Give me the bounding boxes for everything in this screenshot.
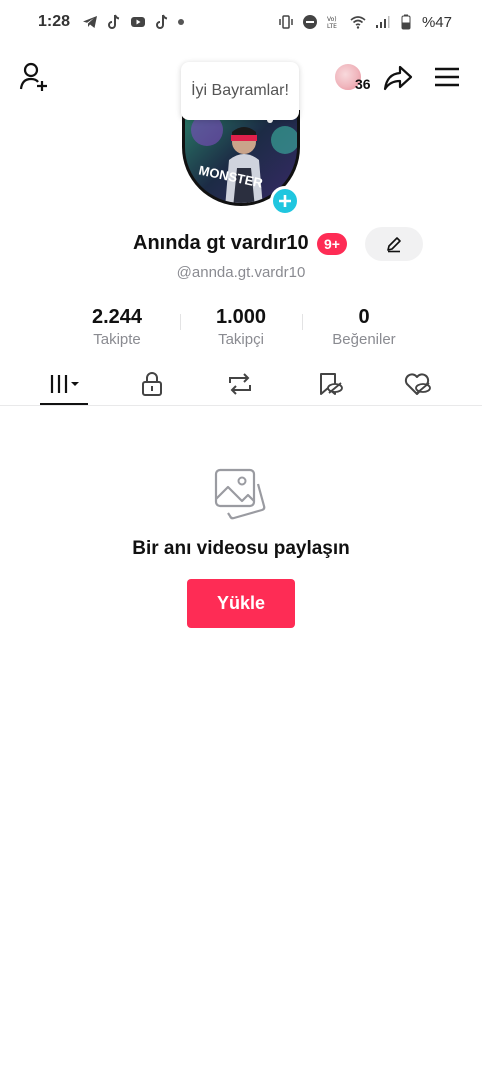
videos-grid-icon (50, 374, 79, 393)
stat-following[interactable]: 2.244 Takipte (57, 304, 177, 350)
dnd-icon (302, 14, 318, 30)
visitor-count: 36 (355, 76, 371, 92)
stat-divider (302, 314, 303, 330)
battery-percent: %47 (421, 13, 452, 31)
youtube-icon (130, 14, 146, 30)
volte-icon: Vo) LTE (326, 14, 342, 30)
status-left: 1:28 (38, 13, 185, 31)
stat-likes-value: 0 (358, 306, 370, 328)
share-profile-button[interactable] (382, 62, 414, 94)
favorites-hidden-icon (320, 372, 343, 395)
signal-icon (374, 14, 390, 30)
plus-icon (279, 195, 291, 207)
greeting-bubble[interactable]: İyi Bayramlar! (181, 62, 299, 120)
tiktok-icon (154, 14, 170, 30)
status-time: 1:28 (38, 13, 71, 30)
stat-likes[interactable]: 0 Beğeniler (304, 304, 424, 350)
battery-icon (398, 14, 414, 30)
tiktok-icon (106, 14, 122, 30)
upload-button[interactable]: Yükle (187, 579, 295, 628)
status-bar: 1:28 Vo) LTE %47 (0, 0, 482, 44)
notification-badge[interactable]: 9+ (317, 233, 347, 255)
liked-hidden-icon (404, 372, 431, 395)
svg-text:MONSTER: MONSTER (197, 162, 264, 190)
tab-videos[interactable] (32, 362, 96, 405)
username: @annda.gt.vardr10 (176, 264, 306, 281)
photos-icon (212, 466, 270, 524)
stat-likes-label: Beğeniler (332, 331, 396, 348)
status-right: Vo) LTE %47 (278, 14, 452, 31)
tab-favorites[interactable] (298, 362, 362, 405)
add-user-icon (19, 62, 47, 91)
wifi-icon (350, 14, 366, 30)
hamburger-menu-icon (435, 67, 459, 87)
tab-reposts[interactable] (208, 362, 272, 405)
svg-text:LTE: LTE (327, 23, 337, 30)
menu-button[interactable] (433, 64, 461, 92)
share-arrow-icon (383, 65, 413, 91)
notification-dot-icon (178, 19, 185, 25)
lock-icon (142, 371, 162, 396)
edit-profile-button[interactable] (365, 227, 423, 261)
pencil-icon (387, 237, 401, 253)
tab-private[interactable] (120, 362, 184, 405)
stat-followers-value: 1.000 (215, 306, 267, 328)
profile-stats: 2.244 Takipte 1.000 Takipçi 0 Beğeniler (0, 304, 482, 352)
stat-following-label: Takipte (93, 331, 141, 348)
svg-text:Vo): Vo) (327, 16, 337, 23)
display-name: Anında gt vardır10 (133, 232, 309, 254)
add-story-button[interactable] (270, 186, 300, 216)
stat-followers[interactable]: 1.000 Takipçi (181, 304, 301, 350)
repost-icon (229, 372, 251, 395)
telegram-icon (82, 14, 98, 30)
tab-liked[interactable] (386, 362, 450, 405)
profile-visitors-button[interactable]: 36 (333, 60, 377, 94)
vibrate-icon (278, 14, 294, 30)
stat-following-value: 2.244 (91, 306, 143, 328)
name-row: Anında gt vardır10 9+ (0, 226, 482, 262)
active-tab-indicator (40, 403, 88, 405)
add-friend-button[interactable] (18, 60, 52, 94)
stat-followers-label: Takipçi (218, 331, 264, 348)
profile-tabs (0, 362, 482, 406)
profile-avatar-container[interactable]: MONSTER (182, 110, 300, 216)
empty-state-message: Bir anı videosu paylaşın (132, 538, 350, 559)
